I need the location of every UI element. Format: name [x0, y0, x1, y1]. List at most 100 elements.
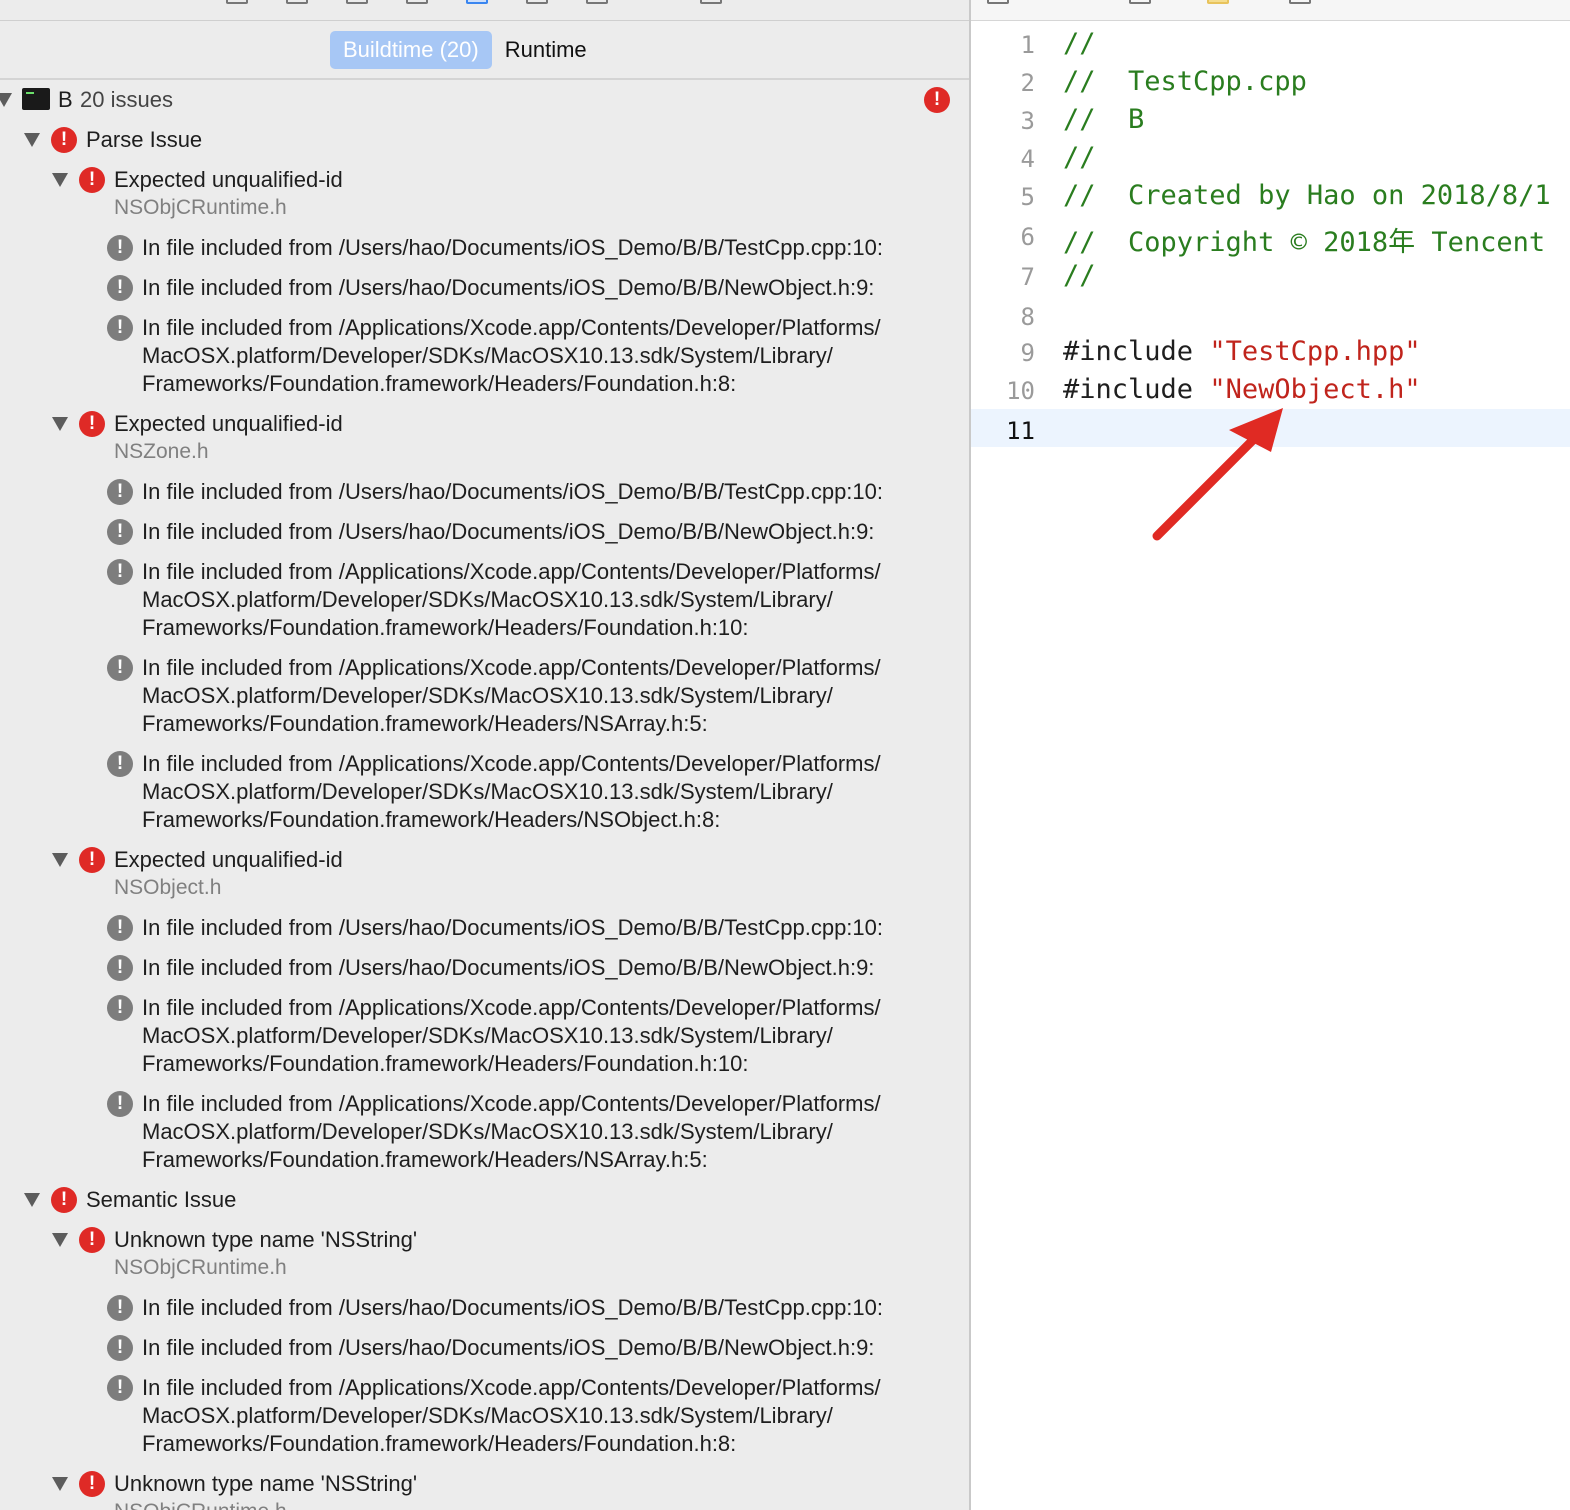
- code-line[interactable]: // TestCpp.cpp: [1063, 66, 1307, 97]
- code-line[interactable]: // B: [1063, 104, 1144, 135]
- note-icon: !: [107, 1091, 133, 1117]
- error-icon: !: [79, 847, 105, 873]
- issue-title: Unknown type name 'NSString': [114, 1471, 418, 1496]
- note-icon: !: [107, 995, 133, 1021]
- note-text: In file included from /Applications/Xcod…: [142, 559, 881, 640]
- comment-text: //: [1063, 142, 1096, 173]
- string-literal: "TestCpp.hpp": [1209, 336, 1421, 367]
- source-editor[interactable]: 1 // 2 // TestCpp.cpp 3 // B 4 // 5 // Created by…: [971, 0, 1570, 1510]
- note-text: In file included from /Applications/Xcod…: [142, 315, 881, 396]
- error-icon: !: [924, 87, 950, 113]
- note-icon: !: [107, 479, 133, 505]
- code-line[interactable]: //: [1063, 28, 1096, 59]
- line-number: 6: [1020, 223, 1035, 251]
- comment-text: // Copyright © 2018年 Tencent: [1063, 227, 1546, 258]
- note-text: In file included from /Applications/Xcod…: [142, 995, 881, 1076]
- note-icon: !: [107, 315, 133, 341]
- note-text: In file included from /Users/hao/Documen…: [142, 235, 884, 260]
- note-text: In file included from /Users/hao/Documen…: [142, 955, 875, 980]
- issue-navigator-icon[interactable]: [466, 0, 488, 4]
- line-number: 9: [1020, 339, 1035, 367]
- cpp-file-icon[interactable]: [1289, 0, 1311, 4]
- issue-title: Unknown type name 'NSString': [114, 1227, 418, 1252]
- disclosure-triangle-icon[interactable]: [52, 853, 68, 867]
- issue-navigator: Buildtime (20) Runtime B 20 issues ! ! Pa…: [0, 0, 969, 1510]
- related-items-icon[interactable]: [987, 0, 1009, 4]
- disclosure-triangle-icon[interactable]: [52, 173, 68, 187]
- issue-title: Expected unqualified-id: [114, 847, 343, 872]
- note-icon: !: [107, 559, 133, 585]
- project-file-icon[interactable]: [1129, 0, 1151, 4]
- note-text: In file included from /Users/hao/Documen…: [142, 275, 875, 300]
- comment-text: //: [1063, 260, 1096, 291]
- issue-file: NSZone.h: [114, 440, 209, 463]
- report-icon[interactable]: [700, 0, 722, 4]
- folder-icon[interactable]: [1207, 0, 1229, 4]
- note-icon: !: [107, 1375, 133, 1401]
- group-title: Semantic Issue: [86, 1187, 237, 1212]
- divider: [0, 78, 969, 80]
- comment-text: // Created by Hao on 2018/8/1: [1063, 180, 1551, 211]
- note-text: In file included from /Users/hao/Documen…: [142, 519, 875, 544]
- note-text: In file included from /Applications/Xcod…: [142, 751, 881, 832]
- line-number: 4: [1020, 145, 1035, 173]
- disclosure-triangle-icon[interactable]: [52, 1477, 68, 1491]
- note-text: In file included from /Users/hao/Documen…: [142, 479, 884, 504]
- issue-file: NSObjCRuntime.h: [114, 196, 287, 219]
- code-line[interactable]: //: [1063, 142, 1096, 173]
- note-icon: !: [107, 235, 133, 261]
- note-text: In file included from /Users/hao/Documen…: [142, 1295, 884, 1320]
- string-literal: "NewObject.h": [1209, 374, 1421, 405]
- issue-title: Expected unqualified-id: [114, 411, 343, 436]
- note-text: In file included from /Applications/Xcod…: [142, 1091, 881, 1172]
- code-token: #include: [1063, 374, 1210, 405]
- disclosure-triangle-icon[interactable]: [52, 417, 68, 431]
- line-number: 8: [1020, 303, 1035, 331]
- issue-title: Expected unqualified-id: [114, 167, 343, 192]
- error-icon: !: [79, 411, 105, 437]
- line-number: 3: [1020, 107, 1035, 135]
- code-line[interactable]: #include "TestCpp.hpp": [1063, 336, 1421, 367]
- symbol-icon[interactable]: [346, 0, 368, 4]
- code-line[interactable]: // Copyright © 2018年 Tencent: [1063, 220, 1545, 259]
- issue-scope-segmented-control: Buildtime (20) Runtime: [330, 31, 600, 69]
- test-icon[interactable]: [526, 0, 548, 4]
- note-text: In file included from /Users/hao/Documen…: [142, 1335, 875, 1360]
- line-number: 5: [1020, 183, 1035, 211]
- disclosure-triangle-icon[interactable]: [0, 93, 12, 107]
- line-number: 2: [1020, 69, 1035, 97]
- current-line-highlight: [971, 409, 1570, 447]
- comment-text: //: [1063, 28, 1096, 59]
- arrow-shaft: [1152, 427, 1266, 541]
- note-icon: !: [107, 1335, 133, 1361]
- code-line[interactable]: //: [1063, 260, 1096, 291]
- issue-file: NSObjCRuntime.h: [114, 1500, 287, 1510]
- find-icon[interactable]: [406, 0, 428, 4]
- code-line[interactable]: // Created by Hao on 2018/8/1: [1063, 180, 1551, 211]
- project-icon: [22, 88, 50, 110]
- tab-runtime[interactable]: Runtime: [492, 31, 600, 69]
- disclosure-triangle-icon[interactable]: [24, 133, 40, 147]
- note-text: In file included from /Users/hao/Documen…: [142, 915, 884, 940]
- tab-buildtime[interactable]: Buildtime (20): [330, 31, 492, 69]
- disclosure-triangle-icon[interactable]: [24, 1193, 40, 1207]
- note-icon: !: [107, 955, 133, 981]
- debug-icon[interactable]: [586, 0, 608, 4]
- source-control-icon[interactable]: [286, 0, 308, 4]
- error-icon: !: [79, 167, 105, 193]
- error-icon: !: [51, 127, 77, 153]
- disclosure-triangle-icon[interactable]: [52, 1233, 68, 1247]
- error-icon: !: [51, 1187, 77, 1213]
- issue-file: NSObject.h: [114, 876, 222, 899]
- note-icon: !: [107, 915, 133, 941]
- note-icon: !: [107, 275, 133, 301]
- group-title: Parse Issue: [86, 127, 203, 152]
- comment-text: // TestCpp.cpp: [1063, 66, 1307, 97]
- note-text: In file included from /Applications/Xcod…: [142, 655, 881, 736]
- note-icon: !: [107, 655, 133, 681]
- comment-text: // B: [1063, 104, 1145, 135]
- code-line[interactable]: #include "NewObject.h": [1063, 374, 1421, 405]
- note-text: In file included from /Applications/Xcod…: [142, 1375, 881, 1456]
- folder-icon[interactable]: [226, 0, 248, 4]
- line-number: 11: [1006, 417, 1035, 445]
